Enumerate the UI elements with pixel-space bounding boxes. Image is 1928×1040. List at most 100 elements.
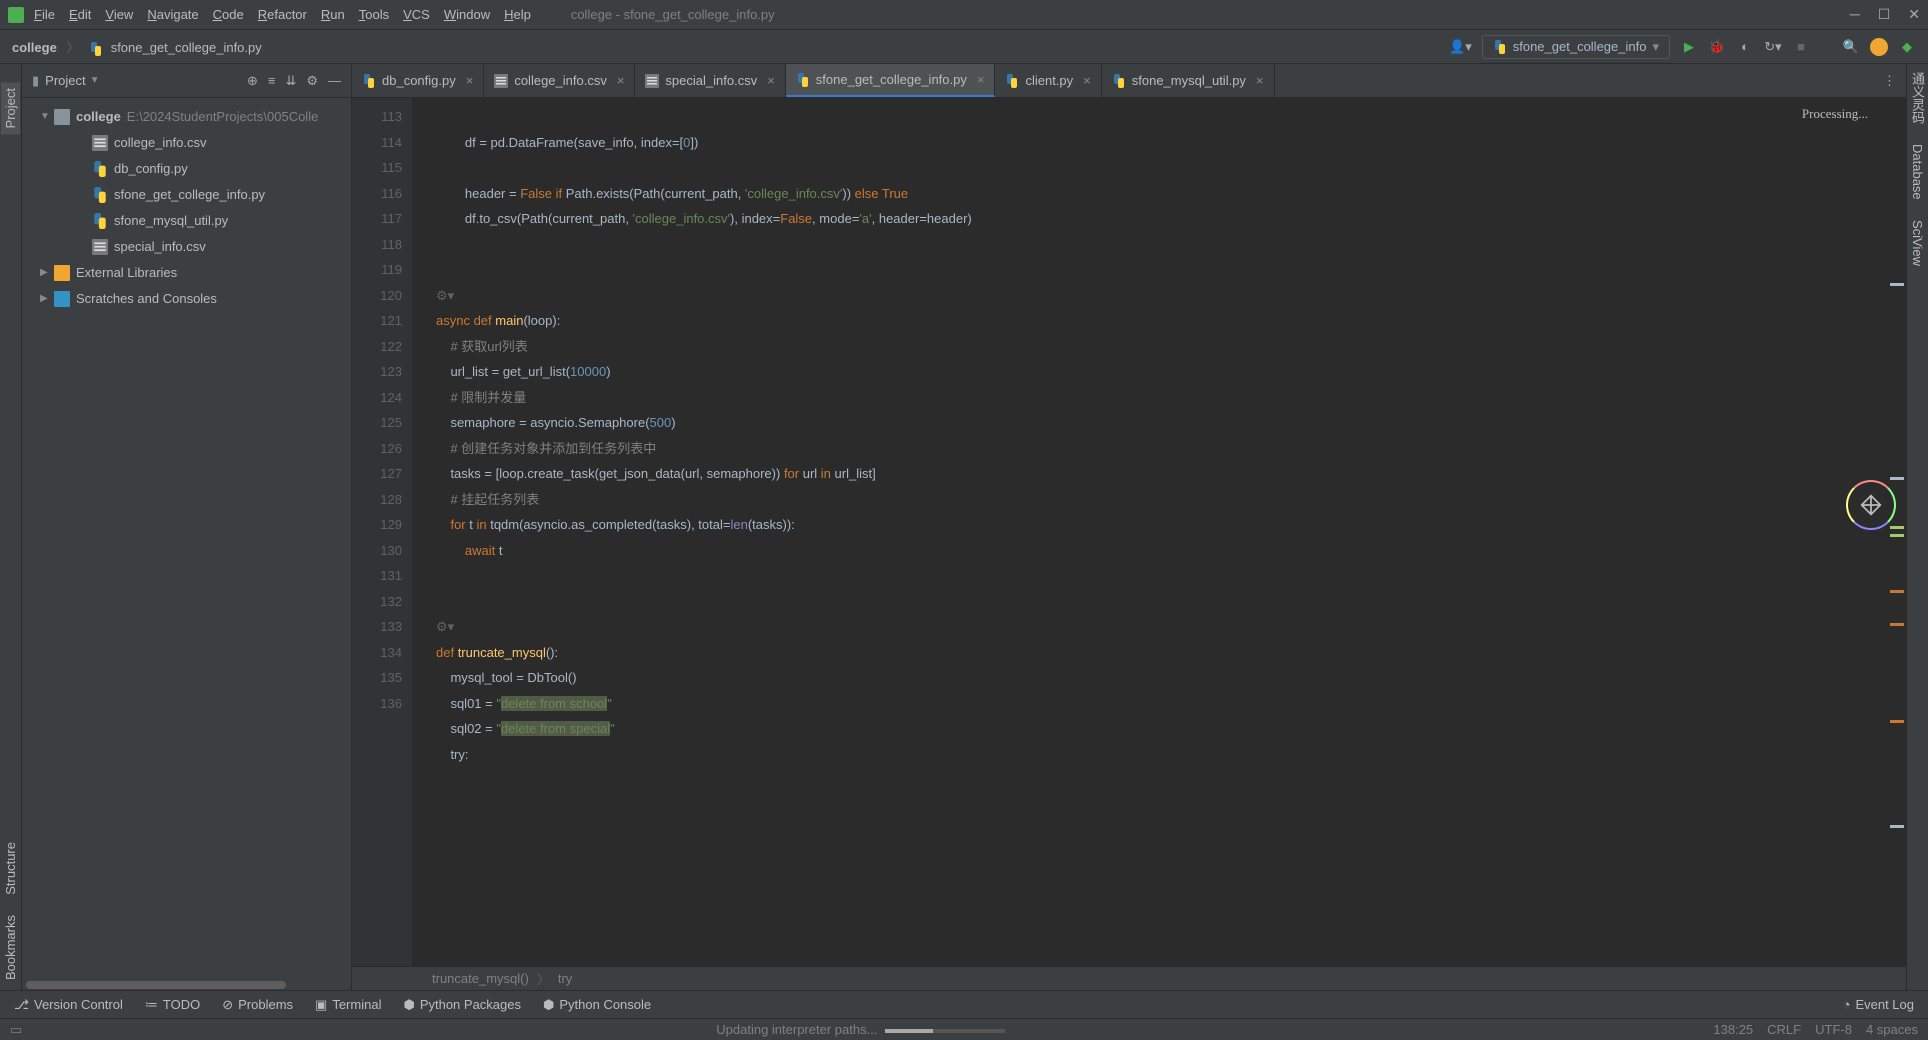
python-icon (92, 213, 108, 229)
database-tool-tab[interactable]: Database (1910, 144, 1925, 200)
code-content[interactable]: df = pd.DataFrame(save_info, index=[0]) … (412, 98, 1906, 966)
minimap[interactable] (1886, 138, 1904, 946)
project-tree[interactable]: ▼ college E:\2024StudentProjects\005Coll… (22, 98, 351, 976)
minimize-button[interactable]: ─ (1850, 6, 1860, 23)
settings-icon[interactable]: ⚙ (306, 73, 318, 89)
run-config-selector[interactable]: sfone_get_college_info ▾ (1482, 35, 1670, 59)
editor-tab[interactable]: sfone_get_college_info.py × (786, 64, 996, 97)
collapse-icon[interactable]: ⇊ (285, 73, 296, 89)
vcs-tab[interactable]: ⎇Version Control (14, 997, 123, 1013)
tab-label: sfone_get_college_info.py (816, 72, 967, 87)
sidebar-scrollbar[interactable] (22, 980, 351, 990)
right-tool-strip: 通义灵码 Database SciView (1906, 64, 1928, 990)
gutter[interactable]: 1131141151161171181191201211221231241251… (352, 98, 412, 966)
tabs-more-icon[interactable]: ⋮ (1873, 64, 1906, 97)
editor-tab[interactable]: sfone_mysql_util.py × (1102, 64, 1275, 97)
status-bar: ▭ Updating interpreter paths... 138:25 C… (0, 1018, 1928, 1040)
python-icon (1005, 74, 1019, 88)
tree-root[interactable]: ▼ college E:\2024StudentProjects\005Coll… (22, 104, 351, 130)
tree-file[interactable]: special_info.csv (22, 234, 351, 260)
run-button[interactable]: ▶ (1680, 38, 1698, 56)
csv-icon (92, 135, 108, 151)
menu-vcs[interactable]: VCS (403, 7, 430, 22)
menu-file[interactable]: File (34, 7, 55, 22)
expand-icon[interactable]: ≡ (268, 73, 276, 88)
menu-run[interactable]: Run (321, 7, 345, 22)
python-packages-tab[interactable]: ⬢Python Packages (403, 997, 521, 1013)
tree-file[interactable]: college_info.csv (22, 130, 351, 156)
search-icon[interactable]: 🔍 (1842, 38, 1860, 56)
tree-item-label: Scratches and Consoles (76, 288, 217, 310)
maximize-button[interactable]: ☐ (1878, 6, 1891, 23)
stop-button[interactable]: ■ (1792, 38, 1810, 56)
close-tab-icon[interactable]: × (767, 73, 775, 88)
tree-file-label: sfone_get_college_info.py (114, 184, 265, 206)
editor-breadcrumb[interactable]: truncate_mysql() 〉 try (352, 966, 1906, 990)
file-encoding[interactable]: UTF-8 (1815, 1022, 1852, 1037)
structure-tool-tab[interactable]: Structure (3, 842, 18, 895)
ai-tool-tab[interactable]: 通义灵码 (1908, 72, 1927, 124)
tree-file-label: college_info.csv (114, 132, 207, 154)
project-view-dropdown[interactable]: ▼ (90, 75, 100, 86)
close-tab-icon[interactable]: × (617, 73, 625, 88)
problems-tab[interactable]: ⊘Problems (222, 997, 293, 1013)
window-title: college - sfone_get_college_info.py (571, 7, 775, 22)
tab-label: db_config.py (382, 73, 456, 88)
menu-window[interactable]: Window (444, 7, 490, 22)
editor-tab[interactable]: db_config.py × (352, 64, 484, 97)
close-tab-icon[interactable]: × (977, 72, 985, 87)
sciview-tool-tab[interactable]: SciView (1910, 220, 1925, 266)
python-icon (1493, 40, 1507, 54)
line-separator[interactable]: CRLF (1767, 1022, 1801, 1037)
breadcrumb-func[interactable]: truncate_mysql() (432, 971, 529, 986)
tree-file[interactable]: sfone_get_college_info.py (22, 182, 351, 208)
menu-help[interactable]: Help (504, 7, 531, 22)
tab-label: sfone_mysql_util.py (1132, 73, 1246, 88)
profile-button[interactable]: ↻▾ (1764, 38, 1782, 56)
project-panel-title[interactable]: Project (45, 73, 85, 88)
tree-external-libs[interactable]: ▶ External Libraries (22, 260, 351, 286)
indent-info[interactable]: 4 spaces (1866, 1022, 1918, 1037)
ai-assistant-floating-icon[interactable] (1846, 480, 1896, 530)
tree-file[interactable]: db_config.py (22, 156, 351, 182)
bookmarks-tool-tab[interactable]: Bookmarks (3, 915, 18, 980)
close-tab-icon[interactable]: × (1256, 73, 1264, 88)
terminal-tab[interactable]: ▣Terminal (315, 997, 381, 1013)
python-icon (92, 161, 108, 177)
statusbar-icon[interactable]: ▭ (10, 1022, 22, 1038)
menu-tools[interactable]: Tools (359, 7, 389, 22)
breadcrumb-block[interactable]: try (558, 971, 572, 986)
tree-file[interactable]: sfone_mysql_util.py (22, 208, 351, 234)
warning-icon: ⊘ (222, 997, 233, 1013)
select-opened-icon[interactable]: ⊕ (247, 73, 258, 89)
editor-tab[interactable]: client.py× (995, 64, 1101, 97)
user-icon[interactable]: 👤▾ (1449, 39, 1472, 55)
tree-scratches[interactable]: ▶ Scratches and Consoles (22, 286, 351, 312)
close-button[interactable]: ✕ (1908, 6, 1920, 23)
debug-button[interactable]: 🐞 (1708, 38, 1726, 56)
breadcrumb-file[interactable]: sfone_get_college_info.py (111, 40, 262, 55)
close-tab-icon[interactable]: × (1083, 73, 1091, 88)
python-icon (362, 74, 376, 88)
caret-position[interactable]: 138:25 (1713, 1022, 1753, 1037)
close-tab-icon[interactable]: × (466, 73, 474, 88)
branch-icon: ⎇ (14, 997, 29, 1013)
menu-edit[interactable]: Edit (69, 7, 91, 22)
menu-code[interactable]: Code (213, 7, 244, 22)
project-tool-tab[interactable]: Project (1, 82, 20, 134)
event-log-tab[interactable]: ◔Event Log (1843, 997, 1914, 1012)
breadcrumb-root[interactable]: college (12, 40, 57, 55)
hide-icon[interactable]: — (328, 73, 341, 88)
menu-navigate[interactable]: Navigate (147, 7, 198, 22)
editor-tab[interactable]: college_info.csv× (484, 64, 635, 97)
todo-tab[interactable]: ≔TODO (145, 997, 200, 1013)
assistant-icon[interactable]: ◆ (1898, 38, 1916, 56)
coverage-button[interactable]: ◐ (1736, 38, 1754, 56)
menu-refactor[interactable]: Refactor (258, 7, 307, 22)
code-area[interactable]: Processing... 11311411511611711811912012… (352, 98, 1906, 966)
notification-icon[interactable] (1870, 38, 1888, 56)
python-console-tab[interactable]: ⬢Python Console (543, 997, 651, 1013)
editor-tab[interactable]: special_info.csv× (635, 64, 785, 97)
menu-view[interactable]: View (105, 7, 133, 22)
run-config-label: sfone_get_college_info (1513, 39, 1647, 54)
